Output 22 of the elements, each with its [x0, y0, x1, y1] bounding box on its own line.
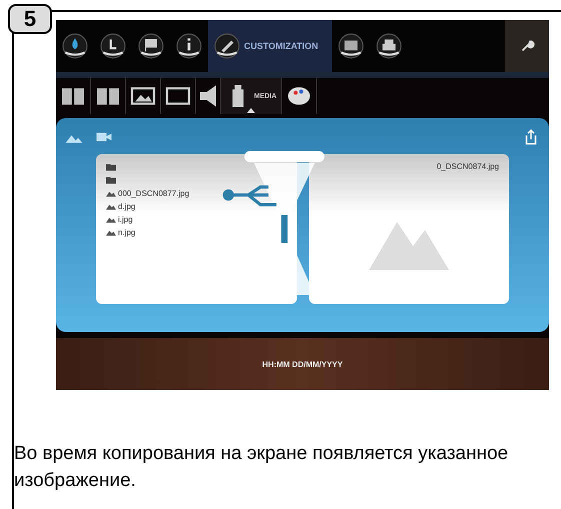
caret-icon — [247, 108, 255, 113]
step-badge: 5 — [8, 4, 52, 34]
file-item[interactable]: n.jpg — [106, 227, 136, 237]
frame-icon — [165, 85, 191, 107]
settings-button[interactable] — [505, 20, 549, 72]
file-item[interactable]: i.jpg — [106, 214, 133, 224]
clock-icon — [100, 33, 126, 59]
top-tab[interactable]: CUSTOMIZATION — [208, 20, 332, 72]
info-icon — [176, 33, 202, 59]
pencil-icon — [214, 33, 240, 59]
file-item[interactable]: d.jpg — [106, 201, 136, 211]
file-item[interactable]: 000_DSCN0877.jpg — [106, 188, 190, 198]
date-time: HH:MM DD/MM/YYYY — [262, 360, 343, 368]
palette-icon — [286, 85, 312, 107]
monitor-icon — [338, 33, 364, 59]
flag-icon — [138, 33, 164, 59]
speaker-icon — [200, 85, 216, 107]
caption: Во время копирования на экране появляется указанное изображение. — [14, 442, 510, 493]
drop-icon — [62, 33, 88, 59]
printer-icon — [376, 33, 402, 59]
image-icon — [130, 85, 156, 107]
preview-file-name: 0_DSCN0874.jpg — [436, 162, 499, 171]
